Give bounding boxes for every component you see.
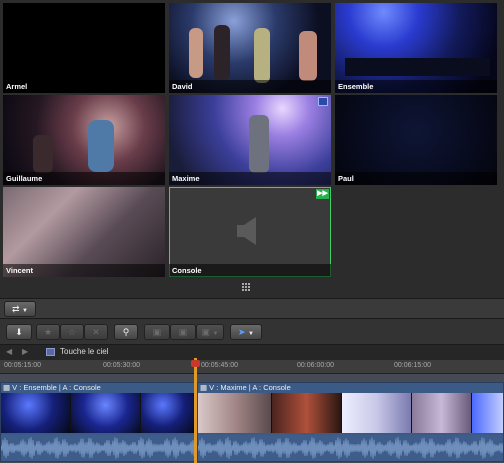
timeline-track: ▦ V : Ensemble | A : Console ▦ V : Maxim… [0,374,504,463]
angle-label: Vincent [3,264,165,277]
performer-figure [88,120,114,172]
star-outline-icon: ☆ [67,327,77,337]
timeline-ruler[interactable]: 00:05:15:00 00:05:30:00 00:05:45:00 00:0… [0,360,504,374]
insert-button[interactable]: ▣ [170,324,196,340]
angle-viewer: Armel David Ensemble Guillaume Maxime Pa… [0,0,504,298]
chevron-down-icon: ▼ [212,331,219,337]
filmstrip-frame [198,393,272,433]
filmstrip-frame [472,393,503,433]
video-active-badge [318,97,328,106]
select-tool-button[interactable]: ➤ ▼ [230,324,262,340]
star-icon: ★ [43,327,53,337]
angle-label: Guillaume [3,172,165,185]
angle-david[interactable]: David [169,3,331,93]
performer-figure [299,31,317,81]
waveform-graphic [198,437,503,459]
insert-icon: ▣ [178,327,188,337]
performer-figure [249,115,269,173]
angle-label: Ensemble [335,80,497,93]
clip-name-text: V : Maxime | A : Console [209,383,291,392]
audio-waveform [1,435,194,461]
angle-vincent[interactable]: Vincent [3,187,165,277]
audio-waveform [198,435,503,461]
audio-active-badge: ▶▶ [316,189,329,199]
speaker-icon [237,217,256,245]
unrate-button[interactable]: ☆ [60,324,84,340]
switch-bar: ⇄ ▼ [0,298,504,319]
x-icon: ✕ [92,327,100,337]
filmstrip-frame [342,393,412,433]
angle-armel[interactable]: Armel [3,3,165,93]
playhead[interactable] [194,358,197,463]
angle-console[interactable]: ▶▶ Console [169,187,331,277]
project-icon [46,348,55,356]
angle-paul[interactable]: Paul [335,95,497,185]
filmstrip-frame [141,393,194,433]
key-icon: ⚲ [122,327,130,337]
performer-figure [189,28,203,78]
keyword-button[interactable]: ⚲ [114,324,138,340]
filmstrip-frame [1,393,71,433]
append-icon: ▣ [201,327,211,337]
timeline-header: ◀ ▶ Touche le ciel [0,345,504,360]
append-button[interactable]: ▣ ▼ [196,324,224,340]
angle-label: Paul [335,172,497,185]
download-arrow-icon: ⬇ [15,327,23,337]
clip-name: ▦ V : Ensemble | A : Console [3,383,101,392]
ruler-tick: 00:05:45:00 [201,362,238,369]
multicam-clip-ensemble[interactable]: ▦ V : Ensemble | A : Console [0,382,195,462]
angle-ensemble[interactable]: Ensemble [335,3,497,93]
waveform-graphic [1,437,194,459]
angle-label: Armel [3,80,165,93]
angle-grid-icon[interactable] [242,283,251,292]
angle-label: David [169,80,331,93]
chevron-down-icon: ▼ [248,331,254,337]
clip-name-text: V : Ensemble | A : Console [12,383,101,392]
performer-figure [33,135,53,173]
favorite-button[interactable]: ★ [36,324,60,340]
performer-figure [214,25,230,80]
ruler-tick: 00:05:30:00 [103,362,140,369]
stage [345,58,490,76]
clip-name: ▦ V : Maxime | A : Console [200,383,291,392]
angle-guillaume[interactable]: Guillaume [3,95,165,185]
connect-icon: ▣ [152,327,162,337]
forward-arrow-icon[interactable]: ▶ [22,347,28,356]
playhead-handle[interactable] [191,360,200,367]
chevron-down-icon: ▼ [22,308,28,314]
reject-button[interactable]: ✕ [84,324,108,340]
filmstrip-frame [71,393,141,433]
import-button[interactable]: ⬇ [6,324,32,340]
clip-filmstrip [1,393,194,433]
angle-label: Console [169,264,331,277]
switch-mode-button[interactable]: ⇄ ▼ [4,301,36,317]
filmstrip-frame [412,393,472,433]
clip-filmstrip [198,393,503,433]
angle-maxime[interactable]: Maxime [169,95,331,185]
angle-label: Maxime [169,172,331,185]
back-arrow-icon[interactable]: ◀ [6,347,12,356]
ruler-tick: 00:05:15:00 [4,362,41,369]
ruler-tick: 00:06:15:00 [394,362,431,369]
filmstrip-frame [272,393,342,433]
connect-button[interactable]: ▣ [144,324,170,340]
switch-icon: ⇄ [11,304,20,314]
project-title: Touche le ciel [60,347,109,356]
toolbar: ⬇ ★ ☆ ✕ ⚲ ▣ ▣ ▣ ▼ ➤ ▼ [0,319,504,345]
pointer-arrow-icon: ➤ [237,327,246,337]
ruler-tick: 00:06:00:00 [297,362,334,369]
multicam-clip-maxime[interactable]: ▦ V : Maxime | A : Console [197,382,504,462]
performer-figure [254,28,270,83]
